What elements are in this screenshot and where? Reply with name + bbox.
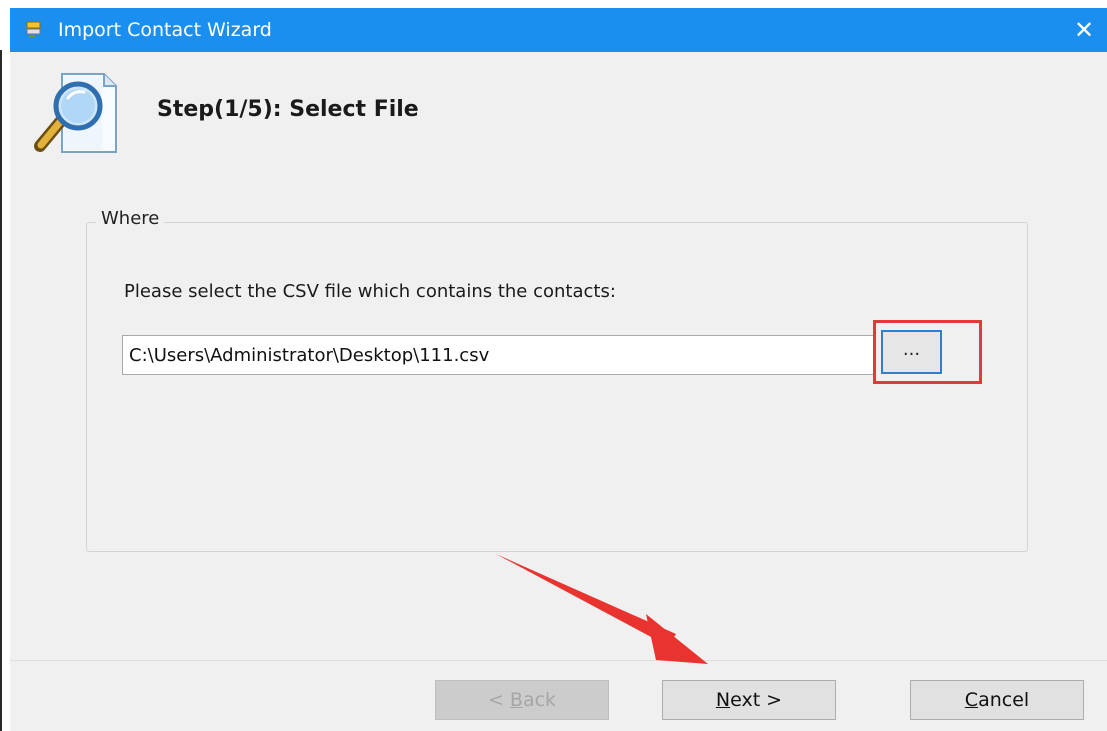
csv-path-input[interactable] — [122, 335, 874, 375]
file-prompt-label: Please select the CSV file which contain… — [124, 281, 616, 302]
next-mnemonic: N — [715, 689, 731, 711]
background-edge — [0, 50, 2, 731]
back-mnemonic: B — [509, 689, 523, 711]
groupbox-legend: Where — [96, 208, 165, 229]
cancel-rest: ancel — [978, 689, 1030, 711]
next-button[interactable]: Next > — [662, 680, 836, 720]
close-button[interactable]: ✕ — [1061, 8, 1107, 52]
browse-button[interactable]: ... — [881, 330, 942, 374]
footer-separator — [10, 660, 1107, 661]
title-bar[interactable]: Import Contact Wizard ✕ — [10, 8, 1107, 52]
back-button[interactable]: < Back — [435, 680, 609, 720]
cancel-mnemonic: C — [964, 689, 979, 711]
where-groupbox — [86, 222, 1028, 552]
next-rest: ext > — [730, 689, 783, 711]
wizard-window: Import Contact Wizard ✕ Step(1/5): Selec… — [10, 8, 1107, 731]
back-rest: ack — [522, 689, 557, 711]
close-icon: ✕ — [1073, 16, 1095, 44]
cancel-button[interactable]: Cancel — [910, 680, 1084, 720]
magnifier-document-icon — [34, 73, 117, 153]
back-prefix: < — [487, 689, 510, 711]
wizard-app-icon — [26, 21, 41, 38]
window-title: Import Contact Wizard — [58, 19, 272, 41]
step-title: Step(1/5): Select File — [157, 97, 419, 122]
